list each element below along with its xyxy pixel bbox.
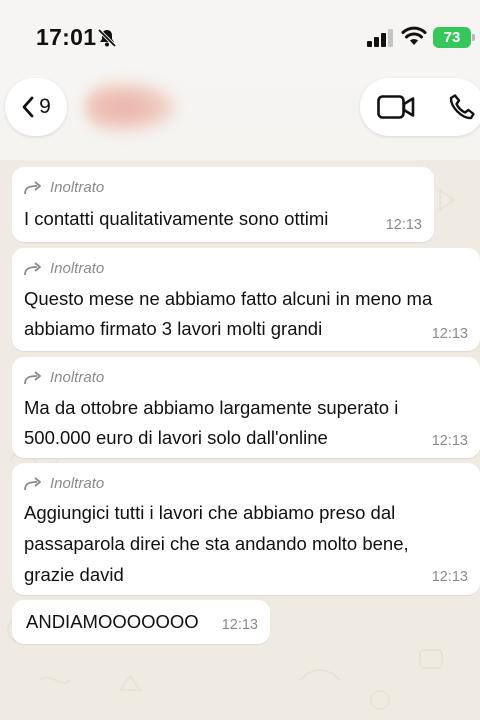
message-text-line-2: abbiamo firmato 3 lavori molti grandi [24, 318, 323, 339]
forward-arrow-icon [24, 180, 41, 194]
wifi-icon [401, 26, 427, 45]
message-bubble[interactable]: Inoltrato Aggiungici tutti i lavori che … [12, 463, 480, 595]
bell-muted-icon [97, 28, 117, 48]
message-time: 12:13 [431, 433, 468, 449]
forward-arrow-icon [24, 261, 41, 275]
back-button[interactable]: 9 [5, 78, 67, 136]
message-text-line-1: Ma da ottobre abbiamo largamente superat… [24, 397, 399, 418]
message-bubble[interactable]: ANDIAMOOOOOOO 12:13 [12, 600, 270, 644]
message-time: 12:13 [385, 217, 422, 233]
message-text: ANDIAMOOOOOOO [26, 611, 199, 632]
message-time: 12:13 [221, 617, 258, 633]
forwarded-label: Inoltrato [24, 369, 104, 386]
message-text-line-2: passaparola direi che sta andando molto … [24, 533, 409, 554]
message-text: I contatti qualitativamente sono ottimi [24, 208, 329, 229]
message-text-line-2: 500.000 euro di lavori solo dall'online [24, 427, 328, 448]
chevron-left-icon [22, 96, 34, 118]
forwarded-text: Inoltrato [50, 179, 105, 196]
message-text-line-1: Aggiungici tutti i lavori che abbiamo pr… [24, 502, 396, 523]
message-text-line-1: Questo mese ne abbiamo fatto alcuni in m… [24, 288, 433, 309]
forwarded-text: Inoltrato [50, 369, 105, 386]
battery-level: 73 [443, 29, 461, 46]
message-bubble[interactable]: Inoltrato Ma da ottobre abbiamo largamen… [12, 357, 480, 458]
status-time: 17:01 [36, 24, 97, 50]
video-call-icon[interactable] [377, 95, 415, 119]
message-bubble[interactable]: Inoltrato Questo mese ne abbiamo fatto a… [12, 248, 480, 351]
contact-avatar[interactable] [85, 80, 180, 134]
message-bubble[interactable]: Inoltrato I contatti qualitativamente so… [12, 167, 434, 242]
forward-arrow-icon [24, 370, 41, 384]
forwarded-label: Inoltrato [24, 260, 104, 277]
battery-icon: 73 [433, 27, 471, 48]
forwarded-text: Inoltrato [50, 260, 105, 277]
forwarded-label: Inoltrato [24, 179, 104, 196]
status-bar: 17:01 73 [0, 0, 480, 70]
unread-count: 9 [39, 95, 51, 118]
battery-tip [472, 34, 475, 41]
forward-arrow-icon [24, 476, 41, 490]
message-time: 12:13 [431, 326, 468, 342]
phone-call-icon[interactable] [448, 93, 476, 121]
call-actions [360, 78, 480, 136]
forwarded-label: Inoltrato [24, 475, 104, 492]
message-text-line-3: grazie david [24, 564, 124, 585]
message-time: 12:13 [431, 569, 468, 585]
cellular-signal-icon [367, 29, 393, 47]
forwarded-text: Inoltrato [50, 475, 105, 492]
chat-header: 9 [0, 70, 480, 160]
